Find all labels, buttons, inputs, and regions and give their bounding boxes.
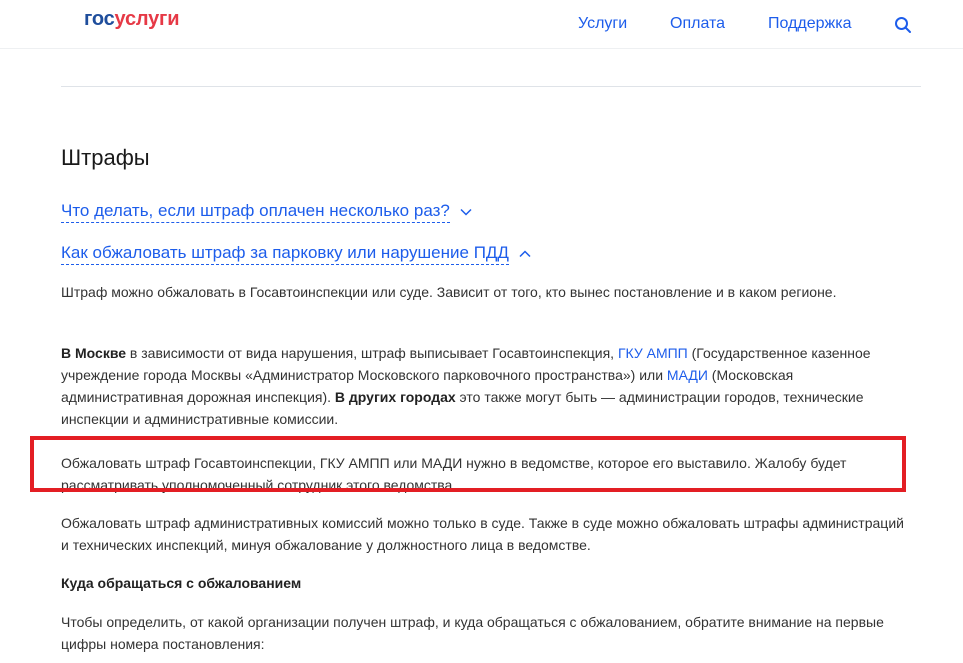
faq-question-appeal-fine[interactable]: Как обжаловать штраф за парковку или нар… [61, 242, 531, 265]
bold-moscow: В Москве [61, 345, 127, 361]
link-madi[interactable]: МАДИ [667, 367, 708, 383]
section-divider [61, 86, 921, 87]
site-header: госуслуги Услуги Оплата Поддержка [0, 0, 963, 49]
answer-subheading: Куда обращаться с обжалованием [61, 575, 302, 591]
answer-paragraph-highlighted: Обжаловать штраф Госавтоинспекции, ГКУ А… [61, 455, 847, 493]
text-segment: в зависимости от вида нарушения, штраф в… [126, 345, 618, 361]
answer-paragraph-1: Штраф можно обжаловать в Госавтоинспекци… [61, 284, 837, 300]
link-gku-ampp[interactable]: ГКУ АМПП [618, 345, 688, 361]
faq-question-text: Как обжаловать штраф за парковку или нар… [61, 242, 509, 265]
answer-paragraph-where: Чтобы определить, от какой организации п… [61, 614, 884, 652]
logo-part-uslugi: услуги [114, 8, 180, 30]
logo-part-gos: гос [84, 8, 115, 30]
chevron-down-icon [460, 208, 472, 216]
answer-paragraph-moscow: В Москве в зависимости от вида нарушения… [61, 342, 911, 430]
page-title: Штрафы [61, 145, 150, 170]
answer-paragraph-courts: Обжаловать штраф административных комисс… [61, 515, 904, 553]
faq-question-text: Что делать, если штраф оплачен несколько… [61, 200, 450, 223]
chevron-up-icon [519, 249, 531, 257]
nav-services[interactable]: Услуги [578, 14, 627, 34]
nav-support[interactable]: Поддержка [768, 14, 851, 34]
gosuslugi-logo[interactable]: госуслуги [84, 7, 179, 31]
faq-question-multiple-payment[interactable]: Что делать, если штраф оплачен несколько… [61, 200, 472, 223]
bold-other-cities: В других городах [334, 389, 456, 405]
search-icon[interactable] [894, 16, 912, 34]
nav-payment[interactable]: Оплата [670, 14, 725, 34]
